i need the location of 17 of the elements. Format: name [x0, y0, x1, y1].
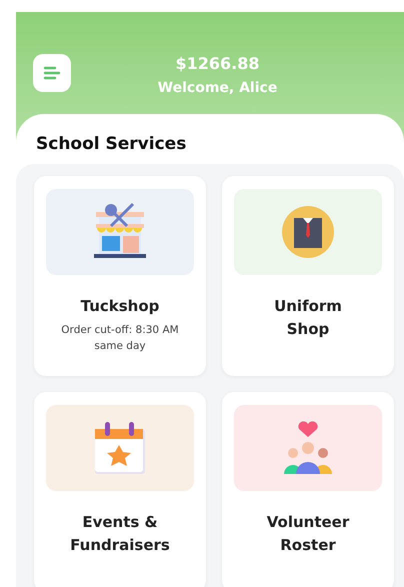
people-heart-icon [282, 421, 334, 475]
service-card[interactable]: Volunteer Roster [222, 392, 394, 587]
service-title: Tuckshop [80, 296, 160, 317]
service-card[interactable]: Events & Fundraisers [34, 392, 206, 587]
service-title: Uniform Shop [273, 296, 343, 340]
service-note: Order cut-off: 8:30 AM same day [60, 323, 180, 354]
menu-button[interactable] [33, 54, 71, 92]
balance-amount: $1266.88 [175, 54, 260, 74]
blazer-icon [281, 205, 335, 259]
service-title: Volunteer Roster [266, 512, 350, 556]
service-card[interactable]: Tuckshop Order cut-off: 8:30 AM same day [34, 176, 206, 376]
section-title: School Services [36, 133, 188, 156]
service-title: Events & Fundraisers [69, 512, 171, 556]
welcome-text: Welcome, Alice [158, 79, 278, 98]
menu-icon [43, 66, 61, 80]
calendar-icon [94, 421, 146, 475]
service-card[interactable]: Uniform Shop [222, 176, 394, 376]
